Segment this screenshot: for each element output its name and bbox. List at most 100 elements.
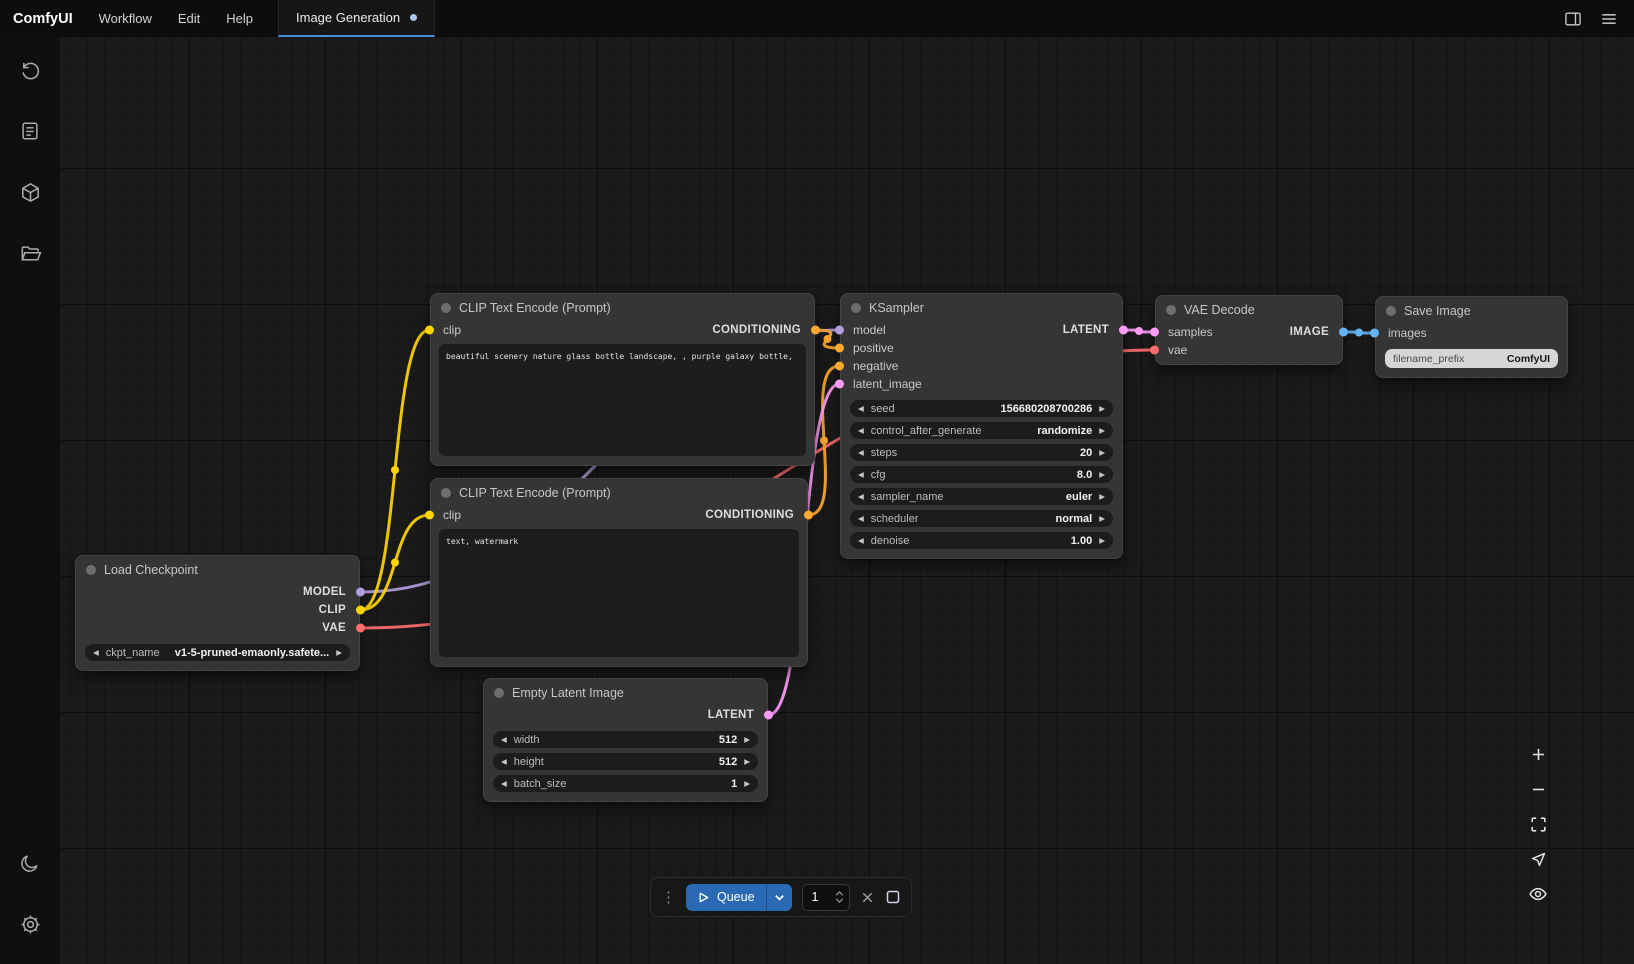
input-port-model[interactable]	[835, 326, 844, 335]
widget-width[interactable]: ◀width512▶	[493, 731, 758, 748]
collapse-dot-icon[interactable]	[1386, 306, 1396, 316]
settings-gear-icon[interactable]	[10, 904, 50, 944]
batch-count-input[interactable]: 1	[802, 884, 850, 911]
increment-arrow-icon[interactable]: ▶	[1099, 515, 1105, 523]
increment-arrow-icon[interactable]: ▶	[744, 736, 750, 744]
graph-canvas[interactable]: Load CheckpointMODELCLIPVAE◀ckpt_namev1-…	[60, 37, 1634, 964]
widget-scheduler[interactable]: ◀schedulernormal▶	[850, 510, 1113, 527]
history-icon[interactable]	[10, 50, 50, 90]
theme-moon-icon[interactable]	[10, 843, 50, 883]
node-lc[interactable]: Load CheckpointMODELCLIPVAE◀ckpt_namev1-…	[75, 555, 360, 671]
output-port-IMAGE[interactable]	[1339, 328, 1348, 337]
collapse-dot-icon[interactable]	[1166, 305, 1176, 315]
decrement-arrow-icon[interactable]: ◀	[501, 780, 507, 788]
decrement-arrow-icon[interactable]: ◀	[858, 449, 864, 457]
zoom-out-icon[interactable]	[1524, 777, 1552, 801]
prompt-textarea[interactable]: text, watermark	[439, 529, 799, 657]
input-port-images[interactable]	[1370, 329, 1379, 338]
menu-help[interactable]: Help	[213, 0, 266, 37]
node-header[interactable]: KSampler	[841, 294, 1122, 321]
widget-denoise[interactable]: ◀denoise1.00▶	[850, 532, 1113, 549]
increment-arrow-icon[interactable]: ▶	[1099, 471, 1105, 479]
output-port-LATENT[interactable]	[1119, 326, 1128, 335]
pointer-icon[interactable]	[1524, 847, 1552, 871]
input-port-clip[interactable]	[425, 326, 434, 335]
input-port-samples[interactable]	[1150, 328, 1159, 337]
widget-control_after_generate[interactable]: ◀control_after_generaterandomize▶	[850, 422, 1113, 439]
decrement-arrow-icon[interactable]: ◀	[858, 471, 864, 479]
widget-steps[interactable]: ◀steps20▶	[850, 444, 1113, 461]
collapse-dot-icon[interactable]	[851, 303, 861, 313]
decrement-arrow-icon[interactable]: ◀	[858, 515, 864, 523]
widget-seed[interactable]: ◀seed156680208700286▶	[850, 400, 1113, 417]
menu-edit[interactable]: Edit	[165, 0, 213, 37]
collapse-dot-icon[interactable]	[441, 303, 451, 313]
hamburger-menu-icon[interactable]	[1592, 5, 1626, 33]
drag-handle-icon[interactable]: ⋮	[661, 890, 676, 905]
decrement-icon[interactable]	[835, 898, 844, 903]
panel-toggle-icon[interactable]	[1556, 5, 1590, 33]
node-header[interactable]: Save Image	[1376, 297, 1567, 324]
input-port-vae[interactable]	[1150, 346, 1159, 355]
node-header[interactable]: Load Checkpoint	[76, 556, 359, 583]
node-ks[interactable]: KSamplermodelLATENTpositivenegativelaten…	[840, 293, 1123, 559]
increment-arrow-icon[interactable]: ▶	[336, 649, 342, 657]
stop-button[interactable]	[885, 889, 901, 905]
clear-queue-button[interactable]	[860, 890, 875, 905]
node-el[interactable]: Empty Latent ImageLATENT◀width512▶◀heigh…	[483, 678, 768, 802]
collapse-dot-icon[interactable]	[86, 565, 96, 575]
input-port-positive[interactable]	[835, 344, 844, 353]
workflows-icon[interactable]	[10, 233, 50, 273]
node-cp1[interactable]: CLIP Text Encode (Prompt)clipCONDITIONIN…	[430, 293, 815, 466]
increment-arrow-icon[interactable]: ▶	[744, 780, 750, 788]
increment-arrow-icon[interactable]: ▶	[744, 758, 750, 766]
fit-view-icon[interactable]	[1524, 812, 1552, 836]
zoom-in-icon[interactable]	[1524, 742, 1552, 766]
input-port-negative[interactable]	[835, 362, 844, 371]
widget-height[interactable]: ◀height512▶	[493, 753, 758, 770]
widget-ckpt_name[interactable]: ◀ckpt_namev1-5-pruned-emaonly.safete...▶	[85, 644, 350, 661]
decrement-arrow-icon[interactable]: ◀	[858, 427, 864, 435]
widget-batch_size[interactable]: ◀batch_size1▶	[493, 775, 758, 792]
node-header[interactable]: VAE Decode	[1156, 296, 1342, 323]
widget-filename_prefix[interactable]: filename_prefixComfyUI	[1385, 349, 1558, 368]
output-port-MODEL[interactable]	[356, 588, 365, 597]
queue-button[interactable]: Queue	[686, 884, 792, 911]
output-port-CONDITIONING[interactable]	[811, 326, 820, 335]
toggle-visibility-icon[interactable]	[1524, 882, 1552, 906]
widget-cfg[interactable]: ◀cfg8.0▶	[850, 466, 1113, 483]
increment-arrow-icon[interactable]: ▶	[1099, 537, 1105, 545]
increment-arrow-icon[interactable]: ▶	[1099, 449, 1105, 457]
decrement-arrow-icon[interactable]: ◀	[501, 758, 507, 766]
node-cp2[interactable]: CLIP Text Encode (Prompt)clipCONDITIONIN…	[430, 478, 808, 667]
input-port-clip[interactable]	[425, 511, 434, 520]
output-port-LATENT[interactable]	[764, 711, 773, 720]
increment-arrow-icon[interactable]: ▶	[1099, 427, 1105, 435]
output-port-VAE[interactable]	[356, 624, 365, 633]
node-header[interactable]: CLIP Text Encode (Prompt)	[431, 479, 807, 506]
decrement-arrow-icon[interactable]: ◀	[858, 537, 864, 545]
decrement-arrow-icon[interactable]: ◀	[93, 649, 99, 657]
node-library-icon[interactable]	[10, 172, 50, 212]
decrement-arrow-icon[interactable]: ◀	[858, 405, 864, 413]
node-header[interactable]: CLIP Text Encode (Prompt)	[431, 294, 814, 321]
decrement-arrow-icon[interactable]: ◀	[501, 736, 507, 744]
queue-button-main[interactable]: Queue	[686, 884, 766, 911]
prompt-textarea[interactable]: beautiful scenery nature glass bottle la…	[439, 344, 806, 456]
queue-icon[interactable]	[10, 111, 50, 151]
output-port-CONDITIONING[interactable]	[804, 511, 813, 520]
decrement-arrow-icon[interactable]: ◀	[858, 493, 864, 501]
node-vd[interactable]: VAE DecodesamplesIMAGEvae	[1155, 295, 1343, 365]
collapse-dot-icon[interactable]	[441, 488, 451, 498]
collapse-dot-icon[interactable]	[494, 688, 504, 698]
tab-image-generation[interactable]: Image Generation	[278, 0, 435, 37]
increment-icon[interactable]	[835, 891, 844, 896]
node-si[interactable]: Save Imageimagesfilename_prefixComfyUI	[1375, 296, 1568, 378]
widget-sampler_name[interactable]: ◀sampler_nameeuler▶	[850, 488, 1113, 505]
increment-arrow-icon[interactable]: ▶	[1099, 405, 1105, 413]
queue-options-caret[interactable]	[766, 884, 792, 911]
output-port-CLIP[interactable]	[356, 606, 365, 615]
increment-arrow-icon[interactable]: ▶	[1099, 493, 1105, 501]
node-header[interactable]: Empty Latent Image	[484, 679, 767, 706]
input-port-latent_image[interactable]	[835, 380, 844, 389]
